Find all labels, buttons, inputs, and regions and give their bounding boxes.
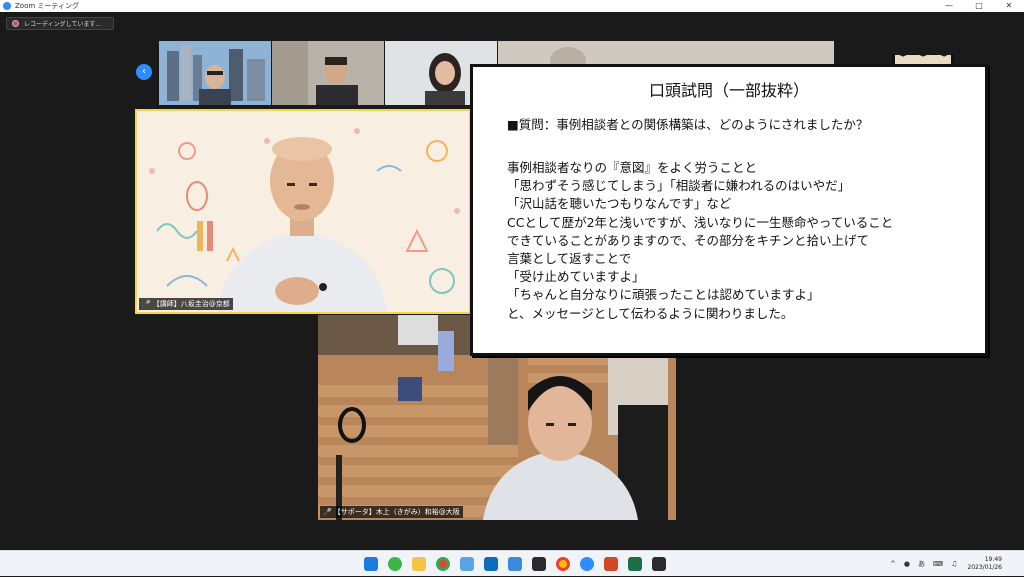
- audio-icon: 🎤: [142, 300, 151, 308]
- chrome-icon[interactable]: [436, 557, 450, 571]
- recording-indicator[interactable]: レコーディングしています...: [6, 17, 114, 30]
- participant-name: 【講師】八坂圭治@京都: [152, 300, 230, 308]
- chevron-up-icon[interactable]: ^: [890, 560, 896, 568]
- clock-time: 19:49: [984, 556, 1002, 563]
- card-line: 「思わずそう感じてしまう」「相談者に嫌われるのはいやだ」: [507, 178, 851, 194]
- card-question: ■質問：事例相談者との関係構築は、どのようにされましたか？: [507, 117, 869, 132]
- card-line: 言葉として返すことで: [507, 251, 632, 267]
- zoom-logo-icon: [3, 2, 11, 10]
- system-tray: ^ ● あ ⌨ ♫ 19:49 2023/01/26: [890, 551, 1024, 577]
- participant-name: 【サポータ】木上（きがみ）和裕@大阪: [333, 508, 460, 516]
- window-controls: — □ ✕: [934, 0, 1024, 12]
- start-icon[interactable]: [364, 557, 378, 571]
- participant-thumbnail[interactable]: [272, 41, 384, 105]
- powerpoint-icon[interactable]: [604, 557, 618, 571]
- participant-name-tag: 🎤 【サポータ】木上（きがみ）和裕@大阪: [320, 506, 463, 518]
- microphone-icon[interactable]: ●: [904, 560, 910, 568]
- excel-icon[interactable]: [628, 557, 642, 571]
- title-bar: Zoom ミーティング — □ ✕: [0, 0, 1024, 12]
- maximize-button[interactable]: □: [964, 0, 994, 12]
- recording-label: レコーディングしています...: [24, 21, 102, 28]
- volume-icon[interactable]: ♫: [951, 560, 957, 568]
- card-line: CCとして歴が2年と浅いですが、浅いなりに一生懸命やっていること: [507, 214, 894, 230]
- card-line: 事例相談者なりの『意図』をよく労うことと: [507, 160, 758, 175]
- zoom-icon[interactable]: [580, 557, 594, 571]
- clock[interactable]: 19:49 2023/01/26: [967, 556, 1002, 572]
- close-button[interactable]: ✕: [994, 0, 1024, 12]
- card-line: 「ちゃんと自分なりに頑張ったことは認めていますよ」: [507, 287, 820, 303]
- participant-thumbnail[interactable]: [159, 41, 271, 105]
- chrome-alt-icon[interactable]: [556, 557, 570, 571]
- outlook-icon[interactable]: [484, 557, 498, 571]
- quote-card: 口頭試問（一部抜粋） ■質問：事例相談者との関係構築は、どのようにされましたか？…: [470, 64, 988, 356]
- minimize-button[interactable]: —: [934, 0, 964, 12]
- card-body: 事例相談者なりの『意図』をよく労うことと 「思わずそう感じてしまう」「相談者に嫌…: [507, 159, 985, 323]
- card-line: と、メッセージとして伝わるように関わりました。: [507, 305, 794, 321]
- line-app-icon[interactable]: [388, 557, 402, 571]
- terminal-icon-2[interactable]: [652, 557, 666, 571]
- terminal-icon[interactable]: [532, 557, 546, 571]
- card-line: 「沢山話を聴いたつもりなんです」など: [507, 196, 732, 212]
- card-line: できていることがありますので、その部分をキチンと拾い上げて: [507, 232, 870, 248]
- active-speaker-tile[interactable]: 🎤 【講師】八坂圭治@京都: [135, 109, 471, 314]
- card-title: 口頭試問（一部抜粋）: [648, 81, 809, 100]
- notepad-icon[interactable]: [460, 557, 474, 571]
- meeting-stage: レコーディングしています... ‹ 🎤 【講師】八坂圭治@京都 🎤 【サポータ】…: [0, 12, 1024, 550]
- card-line: 「受け止めていますよ」: [507, 269, 645, 285]
- ime-indicator[interactable]: あ: [918, 559, 925, 569]
- video-feed: [137, 111, 469, 312]
- app-icon[interactable]: [508, 557, 522, 571]
- clock-date: 2023/01/26: [967, 564, 1002, 571]
- previous-page-button[interactable]: ‹: [136, 64, 152, 80]
- file-explorer-icon[interactable]: [412, 557, 426, 571]
- video-feed: [272, 41, 384, 105]
- audio-icon: 🎤: [323, 508, 332, 516]
- window-title: Zoom ミーティング: [15, 2, 79, 10]
- record-icon: [12, 20, 19, 27]
- video-feed: [159, 41, 271, 105]
- participant-name-tag: 🎤 【講師】八坂圭治@京都: [139, 298, 233, 310]
- taskbar: ^ ● あ ⌨ ♫ 19:49 2023/01/26: [0, 550, 1024, 576]
- keyboard-icon[interactable]: ⌨: [933, 560, 943, 568]
